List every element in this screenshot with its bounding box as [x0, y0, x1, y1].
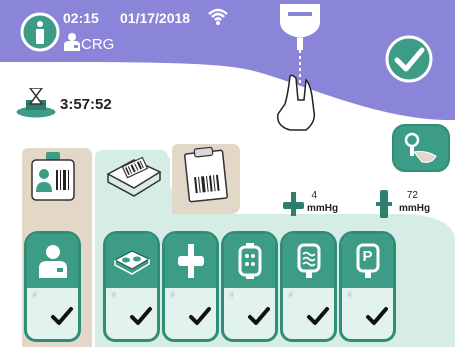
clock-time: 02:15	[63, 10, 99, 26]
checkmark-icon	[51, 307, 73, 325]
card-p-bag[interactable]: P #	[339, 231, 396, 342]
patient-icon	[27, 234, 78, 288]
card-hash: #	[288, 290, 294, 300]
syringe-icon	[392, 124, 450, 172]
syringe-button[interactable]	[392, 124, 450, 172]
checkmark-icon	[248, 307, 270, 325]
checkmark-icon	[366, 307, 388, 325]
arterial-pressure-unit: mmHg	[307, 203, 339, 214]
card-hash: #	[111, 290, 117, 300]
hourglass-icon	[14, 88, 58, 120]
card-hash: #	[170, 290, 176, 300]
card-patient[interactable]: #	[24, 231, 81, 342]
card-hash: #	[32, 290, 38, 300]
venous-pressure-value: 72	[406, 190, 418, 201]
dialysate-bag-icon	[283, 234, 334, 288]
clipboard-barcode-icon	[184, 146, 228, 203]
treatment-timer: 3:57:52	[60, 96, 112, 113]
tab-device-scan[interactable]	[104, 152, 164, 198]
patient-id-card-icon	[31, 152, 75, 201]
checkmark-icon	[189, 307, 211, 325]
user-icon	[63, 32, 81, 52]
arterial-pressure-value: 4	[311, 190, 317, 201]
card-dialysate-bag[interactable]: #	[280, 231, 337, 342]
card-cassette[interactable]: #	[103, 231, 160, 342]
checkmark-icon	[307, 307, 329, 325]
venous-pressure-unit: mmHg	[399, 203, 431, 214]
card-hash: #	[229, 290, 235, 300]
checkmark-icon	[385, 35, 433, 83]
tab-patient-id[interactable]	[30, 152, 78, 204]
card-hash: #	[347, 290, 353, 300]
cassette-icon	[106, 234, 157, 288]
user-name: CRG	[81, 36, 115, 53]
info-button[interactable]	[20, 12, 60, 52]
filter-icon	[224, 234, 275, 288]
card-filter[interactable]: #	[221, 231, 278, 342]
p-bag-label: P	[362, 248, 373, 265]
device-barcode-icon	[106, 156, 162, 197]
checkmark-icon	[130, 307, 152, 325]
clock-date: 01/17/2018	[120, 10, 191, 26]
confirm-button[interactable]	[384, 34, 434, 84]
drip-hand-illustration	[270, 4, 330, 134]
connector-icon	[165, 234, 216, 288]
info-icon	[20, 12, 60, 52]
p-bag-icon: P	[342, 234, 393, 288]
wifi-icon	[207, 6, 229, 26]
card-connector[interactable]: #	[162, 231, 219, 342]
tab-clipboard-scan[interactable]	[184, 146, 228, 204]
